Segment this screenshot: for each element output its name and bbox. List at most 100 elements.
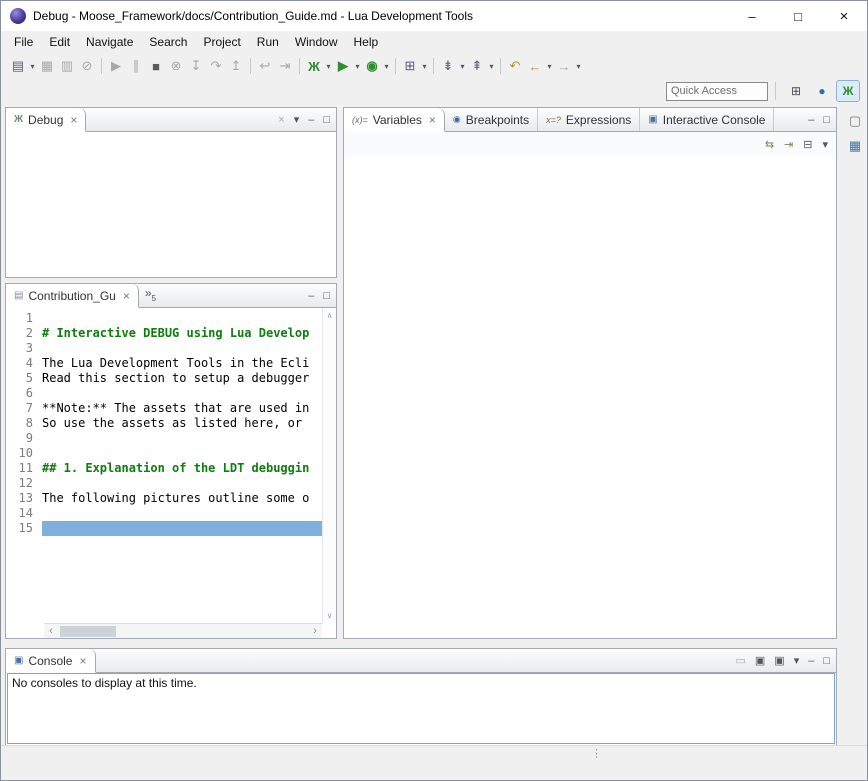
open-console-icon[interactable]: ▣ — [774, 654, 784, 667]
restore-minimized-view-icon[interactable]: ▦ — [849, 138, 861, 154]
maximize-view-icon[interactable]: □ — [323, 114, 330, 126]
gutter-line-number[interactable]: 4 — [6, 356, 42, 371]
print-icon[interactable]: ▥ — [57, 56, 77, 76]
tab-console[interactable]: ▣ Console × — [6, 649, 96, 673]
coverage-dropdown-icon[interactable]: ▾ — [382, 62, 391, 71]
tab-contribution-guide[interactable]: ▤ Contribution_Gu × — [6, 284, 139, 308]
scroll-down-icon[interactable]: ∨ — [327, 611, 333, 620]
tab-breakpoints[interactable]: ◉ Breakpoints — [445, 108, 538, 131]
close-tab-icon[interactable]: × — [123, 289, 130, 303]
run-dropdown-icon[interactable]: ▾ — [353, 62, 362, 71]
close-tab-icon[interactable]: × — [429, 113, 436, 127]
drop-to-frame-icon[interactable]: ↩ — [255, 56, 275, 76]
next-annotation-icon[interactable]: ⇟ — [438, 56, 458, 76]
close-tab-icon[interactable]: × — [79, 654, 86, 668]
new-wizard-icon[interactable]: ▤ — [8, 56, 28, 76]
sash-grip[interactable]: ⋮ — [591, 747, 602, 760]
lua-perspective-button[interactable]: ● — [810, 80, 834, 102]
debug-dropdown-icon[interactable]: ▾ — [324, 62, 333, 71]
gutter-line-number[interactable]: 2 — [6, 326, 42, 341]
display-selected-console-icon[interactable]: ▣ — [755, 654, 765, 667]
more-editors-chevron[interactable]: » 5 — [139, 284, 160, 307]
back-icon[interactable]: ← — [525, 56, 545, 76]
maximize-view-icon[interactable]: □ — [823, 114, 830, 126]
menu-help[interactable]: Help — [346, 33, 387, 51]
resume-icon[interactable]: ▶ — [106, 56, 126, 76]
debug-perspective-button[interactable]: Ж — [836, 80, 860, 102]
pin-console-icon[interactable]: ▭ — [735, 654, 745, 667]
use-step-filters-icon[interactable]: ⇥ — [275, 56, 295, 76]
show-columns-icon[interactable]: ⇥ — [784, 138, 793, 151]
editor-vertical-scrollbar[interactable]: ∧ ∨ — [322, 308, 336, 623]
gutter-line-number[interactable]: 5 — [6, 371, 42, 386]
maximize-view-icon[interactable]: □ — [823, 655, 830, 667]
previous-annotation-dropdown-icon[interactable]: ▾ — [487, 62, 496, 71]
view-menu-icon[interactable]: ▾ — [822, 138, 828, 151]
minimize-view-icon[interactable]: – — [308, 114, 314, 126]
gutter-line-number[interactable]: 15 — [6, 521, 42, 536]
next-annotation-dropdown-icon[interactable]: ▾ — [458, 62, 467, 71]
step-return-icon[interactable]: ↥ — [226, 56, 246, 76]
gutter-line-number[interactable]: 13 — [6, 491, 42, 506]
tab-interactive-console[interactable]: ▣ Interactive Console — [640, 108, 774, 131]
minimize-view-icon[interactable]: – — [308, 290, 314, 302]
menu-project[interactable]: Project — [195, 33, 248, 51]
editor-horizontal-scrollbar[interactable]: ‹ › — [44, 623, 322, 638]
last-edit-location-icon[interactable]: ↶ — [505, 56, 525, 76]
quick-access-input[interactable] — [666, 82, 768, 101]
close-tab-icon[interactable]: × — [70, 113, 77, 127]
scroll-right-icon[interactable]: › — [308, 624, 322, 638]
show-logical-structures-icon[interactable]: ⇆ — [765, 138, 774, 151]
gutter-line-number[interactable]: 14 — [6, 506, 42, 521]
view-menu-icon[interactable]: ▾ — [294, 113, 300, 126]
gutter-line-number[interactable]: 10 — [6, 446, 42, 461]
tab-variables[interactable]: (x)= Variables × — [344, 108, 445, 132]
coverage-icon[interactable]: ◉ — [362, 56, 382, 76]
ldt-app-icon[interactable] — [10, 8, 26, 24]
previous-annotation-icon[interactable]: ⇞ — [467, 56, 487, 76]
collapse-all-icon[interactable]: ⊟ — [803, 138, 812, 151]
step-into-icon[interactable]: ↧ — [186, 56, 206, 76]
menu-navigate[interactable]: Navigate — [78, 33, 141, 51]
skip-all-breakpoints-icon[interactable]: ⊘ — [77, 56, 97, 76]
menu-edit[interactable]: Edit — [41, 33, 78, 51]
save-icon[interactable]: ▦ — [37, 56, 57, 76]
forward-dropdown-icon[interactable]: ▾ — [574, 62, 583, 71]
back-dropdown-icon[interactable]: ▾ — [545, 62, 554, 71]
minimize-window-button[interactable]: – — [729, 1, 775, 31]
open-perspective-button[interactable]: ⊞ — [784, 80, 808, 102]
gutter-line-number[interactable]: 11 — [6, 461, 42, 476]
menu-run[interactable]: Run — [249, 33, 287, 51]
gutter-line-number[interactable]: 12 — [6, 476, 42, 491]
gutter-line-number[interactable]: 7 — [6, 401, 42, 416]
close-window-button[interactable]: × — [821, 1, 867, 31]
forward-icon[interactable]: → — [554, 56, 574, 76]
gutter-line-number[interactable]: 9 — [6, 431, 42, 446]
remove-all-terminated-icon[interactable]: × — [278, 114, 284, 126]
maximize-view-icon[interactable]: □ — [323, 290, 330, 302]
tab-debug[interactable]: Ж Debug × — [6, 108, 86, 132]
run-icon[interactable]: ▶ — [333, 56, 353, 76]
terminate-icon[interactable]: ■ — [146, 56, 166, 76]
gutter-line-number[interactable]: 6 — [6, 386, 42, 401]
gutter-line-number[interactable]: 8 — [6, 416, 42, 431]
step-over-icon[interactable]: ↷ — [206, 56, 226, 76]
scrollbar-thumb[interactable] — [60, 626, 116, 637]
gutter-line-number[interactable]: 1 — [6, 311, 42, 326]
minimize-view-icon[interactable]: – — [808, 114, 814, 126]
minimize-view-icon[interactable]: – — [808, 655, 814, 667]
menu-file[interactable]: File — [6, 33, 41, 51]
disconnect-icon[interactable]: ⊗ — [166, 56, 186, 76]
new-wizard-dropdown-icon[interactable]: ▾ — [28, 62, 37, 71]
gutter-line-number[interactable]: 3 — [6, 341, 42, 356]
external-tools-dropdown-icon[interactable]: ▾ — [420, 62, 429, 71]
maximize-window-button[interactable]: □ — [775, 1, 821, 31]
tab-expressions[interactable]: x=? Expressions — [538, 108, 640, 131]
restore-minimized-editor-icon[interactable]: ▢ — [849, 113, 861, 129]
external-tools-icon[interactable]: ⊞ — [400, 56, 420, 76]
menu-search[interactable]: Search — [141, 33, 195, 51]
open-console-dropdown-icon[interactable]: ▾ — [794, 654, 800, 667]
suspend-icon[interactable]: ∥ — [126, 56, 146, 76]
scroll-up-icon[interactable]: ∧ — [327, 311, 333, 320]
scroll-left-icon[interactable]: ‹ — [44, 624, 58, 638]
